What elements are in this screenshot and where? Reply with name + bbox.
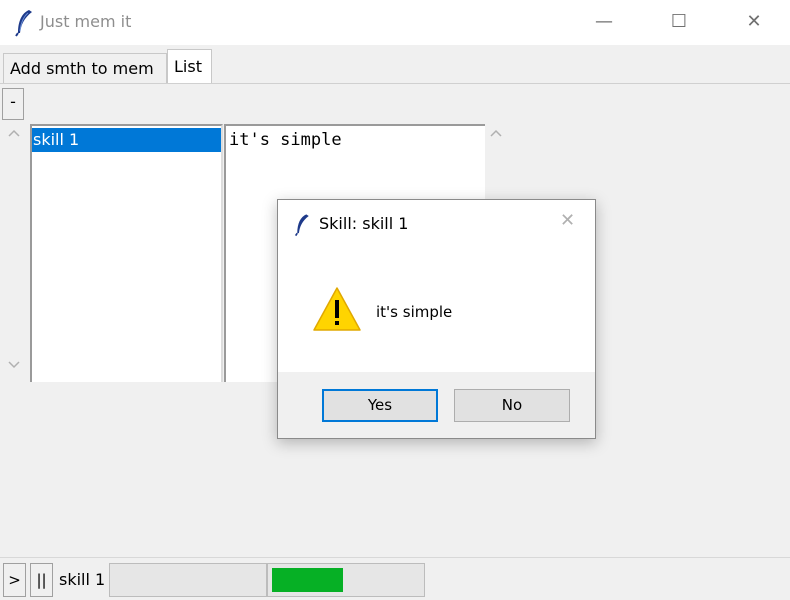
window-title: Just mem it xyxy=(40,12,132,31)
tab-list[interactable]: List xyxy=(167,49,212,83)
progress-bar xyxy=(267,563,425,597)
scroll-down-icon[interactable] xyxy=(8,360,20,370)
yes-button[interactable]: Yes xyxy=(322,389,438,422)
minimize-button[interactable]: — xyxy=(580,0,628,45)
title-bar: Just mem it — ☐ ✕ xyxy=(0,0,790,45)
skill-text-content: it's simple xyxy=(229,130,342,150)
text-scroll-up-icon[interactable] xyxy=(490,128,502,138)
remove-skill-button[interactable]: - xyxy=(2,88,24,120)
progress-bar-left xyxy=(109,563,267,597)
feather-app-icon xyxy=(15,10,32,37)
tab-add-smth[interactable]: Add smth to mem xyxy=(3,53,167,83)
bottom-separator xyxy=(0,557,790,558)
feather-dialog-icon xyxy=(294,214,309,237)
maximize-button[interactable]: ☐ xyxy=(655,0,703,45)
play-button[interactable]: > xyxy=(3,563,26,597)
warning-icon xyxy=(313,287,361,331)
skill-dialog: Skill: skill 1 ✕ it's simple Yes No xyxy=(277,199,596,439)
close-button[interactable]: ✕ xyxy=(730,0,778,45)
dialog-close-icon[interactable]: ✕ xyxy=(560,210,575,231)
notebook-divider xyxy=(0,83,790,84)
dialog-title: Skill: skill 1 xyxy=(319,214,409,233)
current-skill-label: skill 1 xyxy=(59,570,106,589)
scroll-up-icon[interactable] xyxy=(8,128,20,138)
pause-button[interactable]: || xyxy=(30,563,53,597)
no-button[interactable]: No xyxy=(454,389,570,422)
dialog-message: it's simple xyxy=(376,303,453,321)
skills-listbox[interactable]: skill 1 xyxy=(30,124,223,382)
list-item[interactable]: skill 1 xyxy=(32,128,221,152)
progress-fill xyxy=(272,568,343,592)
